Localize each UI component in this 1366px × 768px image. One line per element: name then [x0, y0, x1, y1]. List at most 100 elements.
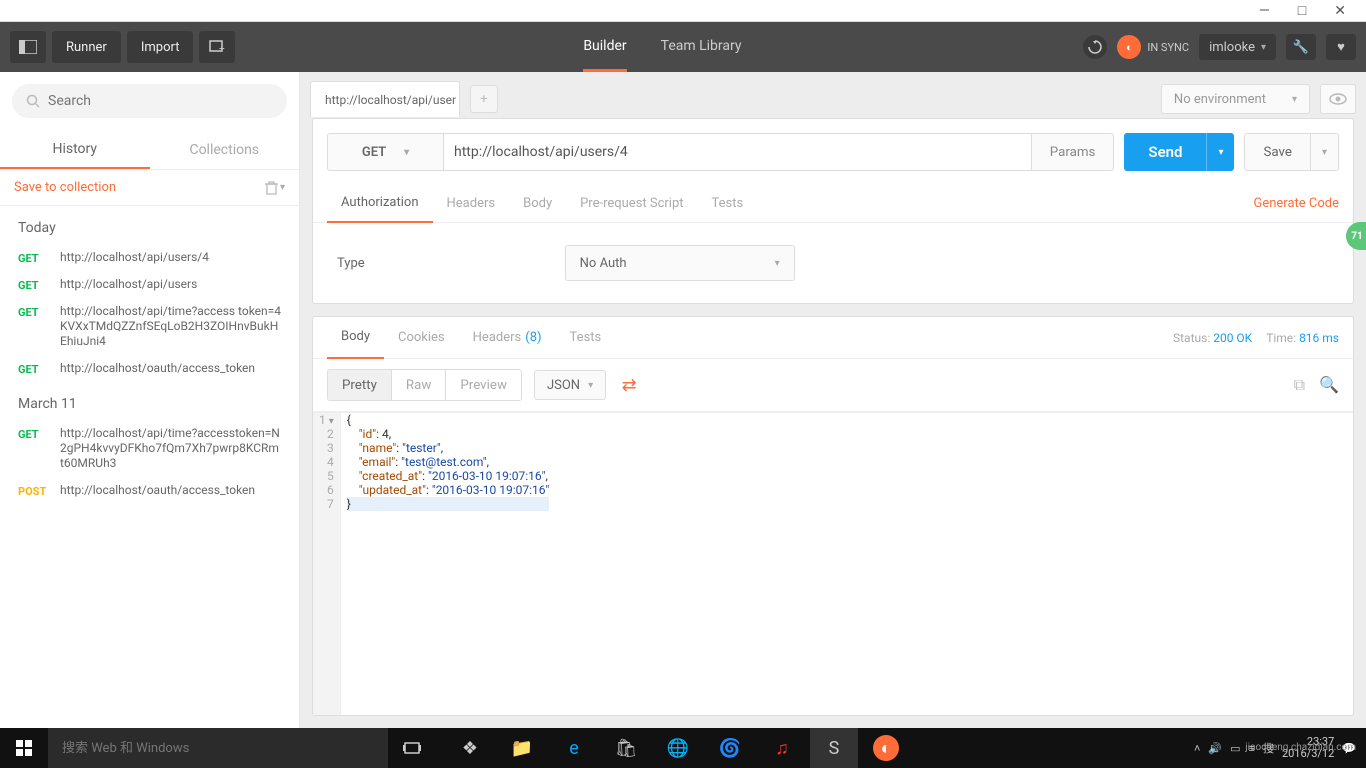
- history-item[interactable]: GEThttp://localhost/api/users: [0, 271, 299, 298]
- postman-logo-icon: ◐: [873, 735, 899, 761]
- windows-icon: [16, 740, 32, 756]
- maximize-button[interactable]: □: [1298, 2, 1306, 19]
- user-menu[interactable]: imlooke ▾: [1199, 34, 1276, 60]
- save-dropdown[interactable]: ▾: [1311, 133, 1339, 171]
- prereq-script-tab[interactable]: Pre-request Script: [566, 185, 697, 223]
- toggle-sidebar-button[interactable]: [10, 31, 46, 63]
- favorites-button[interactable]: ♥: [1326, 34, 1356, 60]
- taskbar-app[interactable]: ♫: [758, 728, 806, 768]
- taskbar-app[interactable]: e: [550, 728, 598, 768]
- generate-code-button[interactable]: Generate Code: [1253, 196, 1339, 211]
- url-input[interactable]: [443, 133, 1032, 171]
- search-box[interactable]: [12, 84, 287, 118]
- history-list[interactable]: Today GEThttp://localhost/api/users/4 GE…: [0, 206, 299, 728]
- add-tab-button[interactable]: +: [470, 85, 498, 113]
- tray-battery-icon[interactable]: ▭: [1230, 742, 1240, 755]
- svg-text:+: +: [219, 44, 225, 54]
- req-body-tab[interactable]: Body: [509, 185, 566, 223]
- sync-status-icon[interactable]: [1083, 35, 1107, 59]
- history-url: http://localhost/api/time?access token=4…: [60, 304, 281, 349]
- auth-type-select[interactable]: No Auth ▾: [565, 245, 795, 281]
- chevron-down-icon: ▾: [588, 380, 593, 391]
- taskbar-app[interactable]: 🌀: [706, 728, 754, 768]
- wrap-lines-button[interactable]: ⇄: [612, 370, 646, 400]
- save-button[interactable]: Save: [1244, 133, 1311, 171]
- plus-icon: +: [480, 92, 487, 107]
- history-item[interactable]: GET http://localhost/api/users/4: [0, 244, 299, 271]
- history-url: http://localhost/api/users/4: [60, 250, 281, 265]
- response-tests-tab[interactable]: Tests: [556, 317, 616, 359]
- raw-button[interactable]: Raw: [392, 370, 446, 400]
- environment-dropdown[interactable]: No environment ▾: [1161, 84, 1310, 114]
- format-label: JSON: [547, 378, 580, 393]
- preview-button[interactable]: Preview: [446, 370, 521, 400]
- chevron-down-icon: ▾: [280, 182, 285, 193]
- builder-tab[interactable]: Builder: [583, 22, 626, 72]
- search-input[interactable]: [48, 93, 273, 109]
- send-dropdown[interactable]: ▾: [1206, 133, 1234, 171]
- view-mode-segment: Pretty Raw Preview: [327, 369, 522, 401]
- history-item[interactable]: GEThttp://localhost/api/time?access toke…: [0, 298, 299, 355]
- authorization-tab[interactable]: Authorization: [327, 185, 433, 223]
- sync-chip: ◐ IN SYNC: [1117, 35, 1189, 59]
- collections-tab[interactable]: Collections: [150, 130, 300, 169]
- tray-volume-icon[interactable]: 🔊: [1208, 742, 1222, 755]
- taskbar-app[interactable]: 📁: [498, 728, 546, 768]
- send-button[interactable]: Send: [1124, 133, 1206, 171]
- response-panel: Body Cookies Headers(8) Tests Status: 20…: [312, 316, 1354, 716]
- method-badge: GET: [18, 250, 50, 265]
- runner-button[interactable]: Runner: [52, 31, 121, 63]
- start-button[interactable]: [0, 728, 48, 768]
- delete-history-button[interactable]: ▾: [265, 181, 285, 195]
- import-button[interactable]: Import: [127, 31, 194, 63]
- history-url: http://localhost/api/time?accesstoken=N2…: [60, 426, 281, 471]
- close-button[interactable]: ✕: [1334, 3, 1346, 19]
- new-window-button[interactable]: +: [199, 31, 235, 63]
- task-view-icon: [403, 741, 421, 755]
- chevron-down-icon: ▾: [404, 147, 409, 158]
- request-tab[interactable]: http://localhost/api/user: [310, 81, 460, 117]
- taskbar-app[interactable]: 🛍: [602, 728, 650, 768]
- cortana-search[interactable]: [48, 728, 388, 768]
- method-dropdown[interactable]: GET ▾: [327, 133, 443, 171]
- settings-button[interactable]: 🔧: [1286, 34, 1316, 60]
- response-editor[interactable]: 1234567 { "id": 4, "name": "tester", "em…: [313, 412, 1353, 715]
- history-url: http://localhost/oauth/access_token: [60, 483, 281, 498]
- search-response-button[interactable]: 🔍: [1319, 375, 1339, 395]
- task-view-button[interactable]: [388, 728, 436, 768]
- environment-label: No environment: [1174, 92, 1266, 107]
- view-environment-button[interactable]: [1320, 84, 1356, 114]
- req-headers-tab[interactable]: Headers: [433, 185, 510, 223]
- time-value: 816 ms: [1299, 331, 1339, 345]
- auth-selected: No Auth: [580, 256, 627, 271]
- team-library-tab[interactable]: Team Library: [661, 22, 742, 72]
- pretty-button[interactable]: Pretty: [328, 370, 392, 400]
- sidebar: History Collections Save to collection ▾…: [0, 72, 300, 728]
- history-url: http://localhost/oauth/access_token: [60, 361, 281, 376]
- response-cookies-tab[interactable]: Cookies: [384, 317, 459, 359]
- taskbar-app[interactable]: S: [810, 728, 858, 768]
- app-topbar: Runner Import + Builder Team Library ◐ I…: [0, 22, 1366, 72]
- notification-badge[interactable]: 71: [1346, 222, 1366, 250]
- main-panel: http://localhost/api/user + No environme…: [300, 72, 1366, 728]
- history-item[interactable]: GEThttp://localhost/api/time?accesstoken…: [0, 420, 299, 477]
- minimize-button[interactable]: —: [1259, 3, 1270, 19]
- history-item[interactable]: GEThttp://localhost/oauth/access_token: [0, 355, 299, 382]
- copy-button[interactable]: ⧉: [1294, 375, 1305, 395]
- watermark: jiaocheng.chazidian.com: [1245, 742, 1356, 753]
- history-item[interactable]: POSThttp://localhost/oauth/access_token: [0, 477, 299, 504]
- response-body-tab[interactable]: Body: [327, 317, 384, 359]
- format-dropdown[interactable]: JSON ▾: [534, 370, 606, 400]
- params-button[interactable]: Params: [1032, 133, 1115, 171]
- user-name: imlooke: [1209, 40, 1255, 55]
- taskbar-app[interactable]: ❖: [446, 728, 494, 768]
- taskbar-app[interactable]: 🌐: [654, 728, 702, 768]
- response-headers-tab[interactable]: Headers(8): [459, 317, 556, 359]
- save-to-collection-button[interactable]: Save to collection: [14, 180, 116, 195]
- status-value: 200 OK: [1213, 331, 1252, 345]
- history-group-label: March 11: [0, 382, 299, 420]
- taskbar-app[interactable]: ◐: [862, 728, 910, 768]
- req-tests-tab[interactable]: Tests: [698, 185, 758, 223]
- tray-chevron-icon[interactable]: ˄: [1194, 742, 1200, 755]
- history-tab[interactable]: History: [0, 130, 150, 169]
